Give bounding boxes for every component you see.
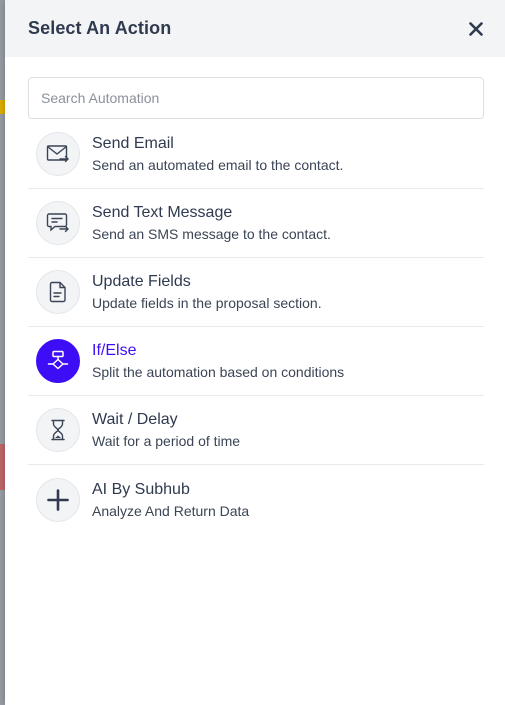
- action-list: Send Email Send an automated email to th…: [5, 120, 505, 534]
- action-send-text[interactable]: Send Text Message Send an SMS message to…: [28, 189, 484, 258]
- close-icon: [469, 21, 483, 36]
- action-desc: Send an SMS message to the contact.: [92, 226, 331, 242]
- action-title: If/Else: [92, 342, 137, 359]
- action-title: Send Email: [92, 135, 174, 152]
- panel-title: Select An Action: [28, 18, 172, 38]
- action-ai-subhub[interactable]: AI By Subhub Analyze And Return Data: [28, 465, 484, 534]
- search-wrap: [5, 57, 505, 119]
- action-title: Send Text Message: [92, 204, 233, 221]
- action-desc: Send an automated email to the contact.: [92, 157, 344, 173]
- action-text: Send Email Send an automated email to th…: [92, 134, 343, 174]
- action-title: AI By Subhub: [92, 480, 190, 498]
- action-wait-delay[interactable]: Wait / Delay Wait for a period of time: [28, 396, 484, 465]
- action-text: Update Fields Update fields in the propo…: [92, 272, 322, 312]
- action-desc: Wait for a period of time: [92, 433, 241, 449]
- mail-icon: [36, 132, 80, 176]
- action-panel: Select An Action Send Email Send an auto…: [5, 0, 505, 705]
- hourglass-icon: [36, 408, 80, 452]
- message-icon: [36, 201, 80, 245]
- action-text: AI By Subhub Analyze And Return Data: [92, 480, 249, 520]
- action-text: Send Text Message Send an SMS message to…: [92, 203, 331, 243]
- search-input[interactable]: [28, 77, 484, 119]
- action-title: Update Fields: [92, 273, 191, 290]
- action-desc: Analyze And Return Data: [92, 502, 250, 519]
- close-button[interactable]: [465, 18, 487, 40]
- action-title: Wait / Delay: [92, 411, 178, 428]
- branch-icon: [36, 339, 80, 383]
- panel-header: Select An Action: [5, 0, 505, 57]
- action-text: Wait / Delay Wait for a period of time: [92, 410, 240, 450]
- plus-icon: [36, 477, 80, 522]
- action-update-fields[interactable]: Update Fields Update fields in the propo…: [28, 258, 484, 327]
- action-send-email[interactable]: Send Email Send an automated email to th…: [28, 120, 484, 189]
- action-if-else[interactable]: If/Else Split the automation based on co…: [28, 327, 484, 396]
- document-icon: [36, 270, 80, 314]
- action-text: If/Else Split the automation based on co…: [92, 341, 344, 381]
- action-desc: Split the automation based on conditions: [92, 364, 345, 380]
- action-desc: Update fields in the proposal section.: [92, 295, 322, 311]
